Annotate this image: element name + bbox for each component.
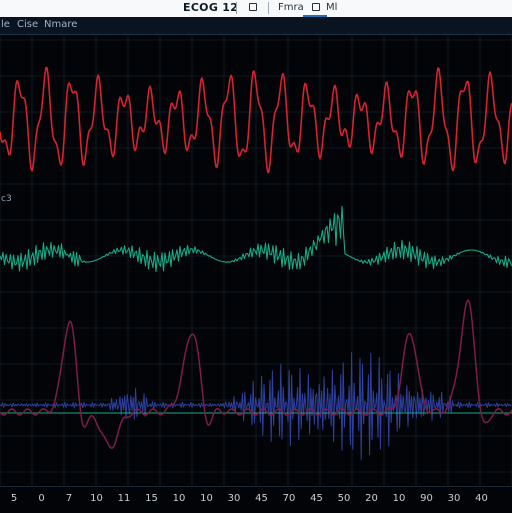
x-axis-tick-label: 10 [392,493,406,504]
x-axis-tick-label: 15 [145,493,158,504]
waveform-canvas [0,34,512,486]
x-axis: 5 0 7 10 11 15 10 10 30 45 70 45 50 20 10 90 30 40 [0,486,512,513]
tab-ml[interactable]: Ml [326,2,337,13]
x-axis-tick-label: 30 [447,493,461,504]
x-axis-tick-label: 90 [420,493,433,504]
menu-item[interactable]: Cise [17,19,38,30]
x-axis-tick-label: 30 [227,493,241,504]
x-axis-tick-label: 20 [365,493,378,504]
menu-item[interactable]: Nmare [44,19,77,30]
x-axis-tick-label: 10 [172,493,186,504]
x-axis-tick-label: 7 [65,493,73,504]
signal-plot[interactable]: c3 [0,34,512,486]
menu-item[interactable]: le [1,19,10,30]
toolbar-separator [268,2,269,14]
square-icon[interactable] [249,3,257,11]
x-axis-tick-label: 70 [282,493,296,504]
square-icon[interactable] [312,3,320,11]
menu-bar: le Cise Nmare [0,17,512,35]
x-axis-tick-label: 40 [475,493,488,504]
x-axis-tick-label: 50 [337,493,351,504]
x-axis-tick-label: 5 [10,493,18,504]
x-axis-tick-label: 45 [255,493,268,504]
x-axis-tick-label: 11 [117,493,131,504]
x-axis-tick-label: 10 [200,493,213,504]
x-axis-tick-label: 0 [38,493,45,504]
window-title: ECOG 12 [183,1,239,14]
toolbar-separator [236,2,237,14]
title-bar: ECOG 12 Fmra Ml [0,0,512,18]
x-axis-tick-label: 45 [310,493,323,504]
channel-label: c3 [1,194,12,204]
x-axis-tick-label: 10 [90,493,103,504]
tab-fmra[interactable]: Fmra [278,2,304,13]
